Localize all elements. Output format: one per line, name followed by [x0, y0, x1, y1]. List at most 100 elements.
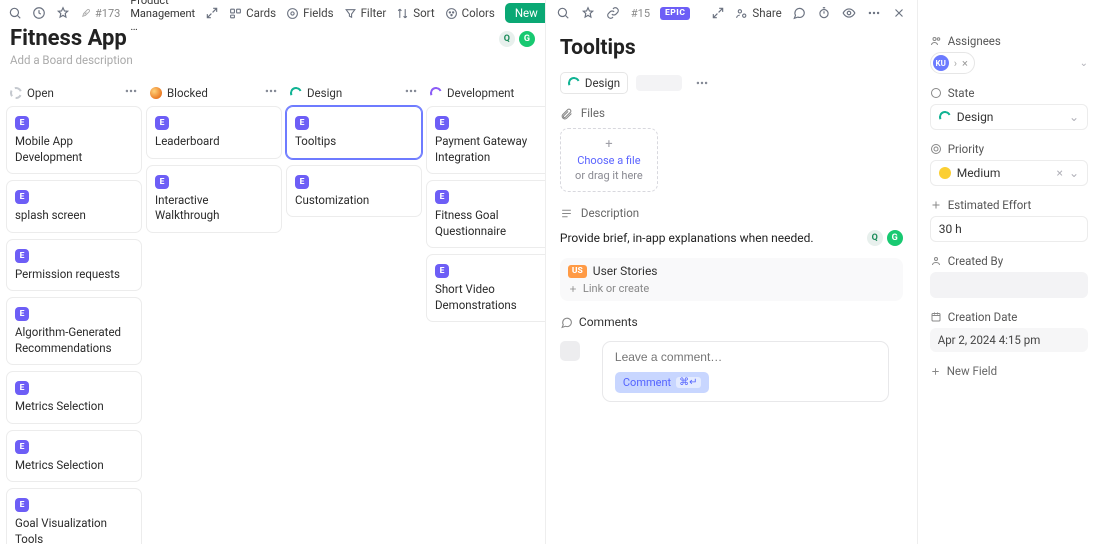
grammarly-icon[interactable]: G [519, 31, 535, 47]
board-column: Development EPayment Gateway Integration… [426, 79, 545, 544]
effort-input[interactable]: 30 h [930, 216, 1088, 242]
star-icon[interactable] [56, 6, 70, 21]
column-header[interactable]: Development [426, 79, 545, 106]
comment-box[interactable]: Comment ⌘↵ [602, 341, 889, 402]
chevron-down-icon[interactable]: ⌄ [544, 6, 546, 20]
chevron-down-icon[interactable]: ⌄ [1069, 166, 1079, 180]
state-icon [288, 85, 303, 100]
detail-title[interactable]: Tooltips [546, 26, 917, 66]
state-select[interactable]: Design ⌄ [930, 104, 1088, 130]
card-title: Algorithm-Generated Recommendations [15, 325, 133, 356]
board-card[interactable]: ECustomization [286, 165, 422, 218]
epic-icon: E [15, 440, 29, 454]
us-label: User Stories [593, 264, 658, 278]
board-column: Blocked ELeaderboard EInteractive Walkthr… [146, 79, 282, 544]
board-card[interactable]: EMobile App Development [6, 106, 142, 174]
plus-icon: + [605, 136, 612, 154]
epic-icon: E [435, 190, 449, 204]
link-icon[interactable] [606, 6, 621, 21]
comment-button[interactable]: Comment ⌘↵ [615, 372, 709, 393]
description-text[interactable]: Provide brief, in-app explanations when … [546, 226, 917, 254]
card-title: Metrics Selection [15, 399, 133, 415]
priority-dot-icon [939, 167, 951, 179]
state-chip[interactable]: Design [560, 72, 628, 94]
comments-header: Comments [546, 305, 917, 333]
star-icon[interactable] [581, 6, 596, 21]
remove-assignee-icon[interactable]: × [962, 57, 968, 70]
board-card[interactable]: ETooltips [286, 106, 422, 159]
breadcrumb-id: #173 [95, 7, 120, 20]
more-icon[interactable] [404, 84, 418, 101]
search-icon[interactable] [556, 6, 571, 21]
creation-label: Creation Date [930, 310, 1088, 324]
column-title: Blocked [167, 86, 208, 100]
expand-icon[interactable] [710, 6, 725, 21]
eye-icon[interactable] [842, 6, 857, 21]
clear-icon[interactable]: × [1057, 166, 1063, 180]
card-title: Customization [295, 193, 413, 209]
chevron-down-icon[interactable]: ⌄ [1080, 58, 1088, 69]
priority-select[interactable]: Medium × ⌄ [930, 160, 1088, 186]
hint-icon[interactable]: Q [867, 230, 883, 246]
epic-icon: E [15, 249, 29, 263]
us-link-or-create[interactable]: Link or create [568, 282, 895, 295]
more-icon[interactable] [264, 84, 278, 101]
more-icon[interactable] [867, 6, 882, 21]
board-card[interactable]: Esplash screen [6, 180, 142, 233]
breadcrumb[interactable]: #173 [80, 7, 120, 20]
cards-button[interactable]: Cards [229, 6, 276, 20]
more-icon[interactable] [544, 84, 545, 101]
card-title: Tooltips [295, 134, 413, 150]
board-card[interactable]: EGoal Visualization Tools [6, 488, 142, 544]
files-header: Files [546, 100, 917, 126]
board-card[interactable]: ELeaderboard [146, 106, 282, 159]
meta-panel: Assignees KU › × ⌄ State Design ⌄ Priori… [918, 0, 1100, 544]
card-title: Fitness Goal Questionnaire [435, 208, 545, 239]
board-card[interactable]: EMetrics Selection [6, 371, 142, 424]
search-icon[interactable] [8, 6, 22, 21]
new-button[interactable]: New ⌄ [505, 3, 546, 23]
board-card[interactable]: EPermission requests [6, 239, 142, 292]
board-card[interactable]: E Metrics Selection [6, 430, 142, 483]
board-card[interactable]: EShort Video Demonstrations [426, 254, 545, 322]
state-icon [937, 109, 952, 124]
close-icon[interactable] [892, 6, 907, 21]
card-title: Metrics Selection [15, 458, 133, 474]
detail-toolbar: #15 EPIC Share [546, 0, 917, 26]
colors-button[interactable]: Colors [445, 6, 495, 20]
sort-button[interactable]: Sort [396, 6, 434, 20]
board-card[interactable]: EPayment Gateway Integration [426, 106, 545, 174]
board-card[interactable]: EAlgorithm-Generated Recommendations [6, 297, 142, 365]
state-icon [150, 87, 162, 99]
column-header[interactable]: Design [286, 79, 422, 106]
grammarly-icon[interactable]: G [887, 230, 903, 246]
board-card[interactable]: EInteractive Walkthrough [146, 165, 282, 233]
filter-button[interactable]: Filter [344, 6, 387, 20]
effort-label: Estimated Effort [930, 198, 1088, 212]
new-field-button[interactable]: New Field [918, 358, 1100, 384]
more-icon[interactable] [694, 76, 709, 91]
comment-icon[interactable] [792, 6, 807, 21]
state-label: State [930, 86, 1088, 100]
avatar: KU [933, 55, 949, 71]
more-icon[interactable] [124, 84, 138, 101]
clock-icon[interactable] [32, 6, 46, 21]
column-header[interactable]: Blocked [146, 79, 282, 106]
column-header[interactable]: Open [6, 79, 142, 106]
assignee-chip[interactable]: KU › × [930, 52, 975, 74]
hint-icon[interactable]: Q [499, 31, 515, 47]
timer-icon[interactable] [817, 6, 832, 21]
share-button[interactable]: Share [735, 6, 781, 20]
file-dropzone[interactable]: + Choose a file or drag it here [560, 128, 658, 192]
expand-icon[interactable] [205, 6, 219, 21]
board-description[interactable]: Add a Board description [0, 53, 545, 75]
left-toolbar: #173 Product Management … Cards Fields F… [0, 0, 545, 26]
chevron-down-icon[interactable]: ⌄ [1069, 110, 1079, 124]
board-card[interactable]: E Fitness Goal Questionnaire [426, 180, 545, 248]
board-title[interactable]: Fitness App [10, 26, 499, 51]
fields-button[interactable]: Fields [286, 6, 333, 20]
assignee-ghost[interactable] [636, 75, 682, 91]
card-title: Payment Gateway Integration [435, 134, 545, 165]
card-title: Mobile App Development [15, 134, 133, 165]
comment-input[interactable] [615, 350, 878, 364]
